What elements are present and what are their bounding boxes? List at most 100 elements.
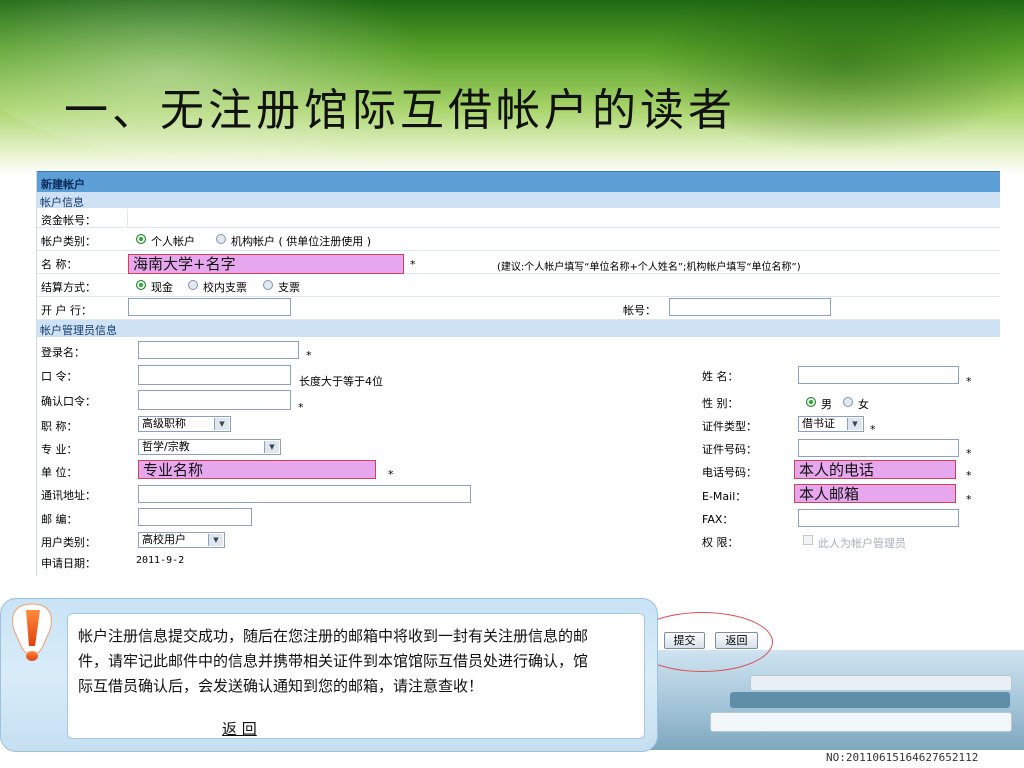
radio-male[interactable]: [806, 397, 816, 407]
admin-checkbox[interactable]: [803, 535, 813, 545]
apply-date-value: 2011-9-2: [136, 555, 185, 566]
password-input[interactable]: [138, 365, 291, 385]
chevron-down-icon: ▼: [264, 441, 279, 453]
required-star: *: [966, 375, 972, 388]
row-account-type: 帐户类别： 个人帐户 机构帐户 ( 供单位注册使用 ): [37, 228, 1000, 251]
confirm-input[interactable]: [138, 390, 291, 410]
new-account-form: 新建帐户 帐户信息 资金帐号： 帐户类别： 个人帐户 机构帐户 ( 供单位注册使…: [36, 171, 1000, 576]
fax-input[interactable]: [798, 509, 959, 527]
gender-label: 性 别：: [702, 397, 739, 410]
popup-back-link[interactable]: 返 回: [222, 718, 257, 739]
name-hint: (建议:个人帐户填写“单位名称+个人姓名”;机构帐户填写“单位名称”): [497, 262, 801, 273]
required-star: *: [306, 349, 312, 362]
required-star: *: [966, 493, 972, 506]
password-hint: 长度大于等于4位: [299, 375, 383, 388]
radio-female-label: 女: [858, 398, 869, 411]
name-label: 名 称：: [41, 258, 78, 271]
title-select-value: 高级职称: [142, 417, 186, 430]
radio-check[interactable]: [263, 280, 273, 290]
confirm-label: 确认口令：: [41, 395, 96, 408]
radio-personal-label: 个人帐户: [151, 235, 195, 248]
surname-input[interactable]: [798, 366, 959, 384]
required-star: *: [410, 258, 416, 271]
row-settlement: 结算方式： 现金 校内支票 支票: [37, 274, 1000, 297]
id-type-select-value: 借书证: [802, 417, 835, 430]
account-no-input[interactable]: [669, 298, 831, 316]
id-no-label: 证件号码：: [702, 443, 757, 456]
section-account-info: 帐户信息: [37, 192, 1000, 209]
bank-label: 开 户 行：: [41, 304, 92, 317]
exclamation-warning-icon: [12, 603, 52, 661]
required-star: *: [966, 469, 972, 482]
id-type-label: 证件类型：: [702, 420, 757, 433]
cell-divider: [127, 209, 128, 227]
email-input-highlight[interactable]: 本人邮箱: [794, 484, 956, 503]
address-label: 通讯地址：: [41, 489, 96, 502]
radio-check-label: 支票: [278, 281, 300, 294]
section-account-label: 帐户信息: [40, 196, 84, 209]
radio-cash[interactable]: [136, 280, 146, 290]
settlement-label: 结算方式：: [41, 281, 96, 294]
slide-id: NO:201106151646276521​12: [826, 751, 979, 764]
zip-input[interactable]: [138, 508, 252, 526]
user-type-label: 用户类别：: [41, 536, 96, 549]
phone-input-highlight[interactable]: 本人的电话: [794, 460, 956, 479]
form-header-label: 新建帐户: [41, 178, 85, 191]
fax-label: FAX：: [702, 513, 734, 526]
form-header: 新建帐户: [37, 171, 1000, 192]
chevron-down-icon: ▼: [214, 418, 229, 430]
user-type-select[interactable]: 高校用户 ▼: [138, 532, 225, 548]
address-input[interactable]: [138, 485, 471, 503]
radio-campus-check[interactable]: [188, 280, 198, 290]
required-star: *: [870, 423, 876, 436]
account-no-label: 帐号：: [623, 304, 656, 317]
popup-message-box: 帐户注册信息提交成功，随后在您注册的邮箱中将收到一封有关注册信息的邮件，请牢记此…: [67, 613, 645, 739]
fund-no-label: 资金帐号：: [41, 214, 96, 227]
account-type-label: 帐户类别：: [41, 235, 96, 248]
login-label: 登录名：: [41, 346, 85, 359]
book-decoration: [730, 692, 1010, 708]
required-star: *: [298, 401, 304, 414]
section-admin-label: 帐户管理员信息: [40, 324, 117, 337]
id-type-select[interactable]: 借书证 ▼: [798, 416, 864, 432]
admin-checkbox-label: 此人为帐户管理员: [818, 537, 906, 550]
major-select[interactable]: 哲学/宗教 ▼: [138, 439, 281, 455]
phone-label: 电话号码：: [702, 466, 757, 479]
title-label: 职 称：: [41, 420, 78, 433]
unit-label: 单 位：: [41, 466, 78, 479]
title-select[interactable]: 高级职称 ▼: [138, 416, 231, 432]
required-star: *: [388, 468, 394, 481]
row-bank: 开 户 行： 帐号：: [37, 297, 1000, 320]
user-type-select-value: 高校用户: [142, 533, 186, 546]
login-input[interactable]: [138, 341, 299, 359]
major-label: 专 业：: [41, 443, 78, 456]
row-name: 名 称： 海南大学+名字 * (建议:个人帐户填写“单位名称+个人姓名”;机构帐…: [37, 251, 1000, 274]
perm-label: 权 限：: [702, 536, 739, 549]
zip-label: 邮 编：: [41, 513, 78, 526]
radio-campus-check-label: 校内支票: [203, 281, 247, 294]
unit-input-highlight[interactable]: 专业名称: [138, 460, 376, 479]
radio-male-label: 男: [821, 398, 832, 411]
email-label: E-Mail：: [702, 490, 747, 503]
id-no-input[interactable]: [798, 439, 959, 457]
row-fund-no: 资金帐号：: [37, 209, 1000, 228]
bank-input[interactable]: [128, 298, 291, 316]
radio-female[interactable]: [843, 397, 853, 407]
chevron-down-icon: ▼: [847, 418, 862, 430]
password-label: 口 令：: [41, 370, 78, 383]
book-decoration: [710, 712, 1012, 732]
major-select-value: 哲学/宗教: [142, 440, 190, 453]
slide-title: 一、无注册馆际互借帐户的读者: [64, 85, 736, 136]
name-input-highlight[interactable]: 海南大学+名字: [128, 254, 404, 274]
radio-cash-label: 现金: [151, 281, 173, 294]
success-popup: 帐户注册信息提交成功，随后在您注册的邮箱中将收到一封有关注册信息的邮件，请牢记此…: [0, 598, 658, 752]
book-decoration: [750, 675, 1012, 691]
chevron-down-icon: ▼: [208, 534, 223, 546]
radio-institution[interactable]: [216, 234, 226, 244]
section-admin-info: 帐户管理员信息: [37, 320, 1000, 337]
required-star: *: [966, 447, 972, 460]
apply-date-label: 申请日期：: [41, 557, 96, 570]
popup-message: 帐户注册信息提交成功，随后在您注册的邮箱中将收到一封有关注册信息的邮件，请牢记此…: [78, 627, 589, 695]
radio-personal[interactable]: [136, 234, 146, 244]
surname-label: 姓 名：: [702, 370, 739, 383]
